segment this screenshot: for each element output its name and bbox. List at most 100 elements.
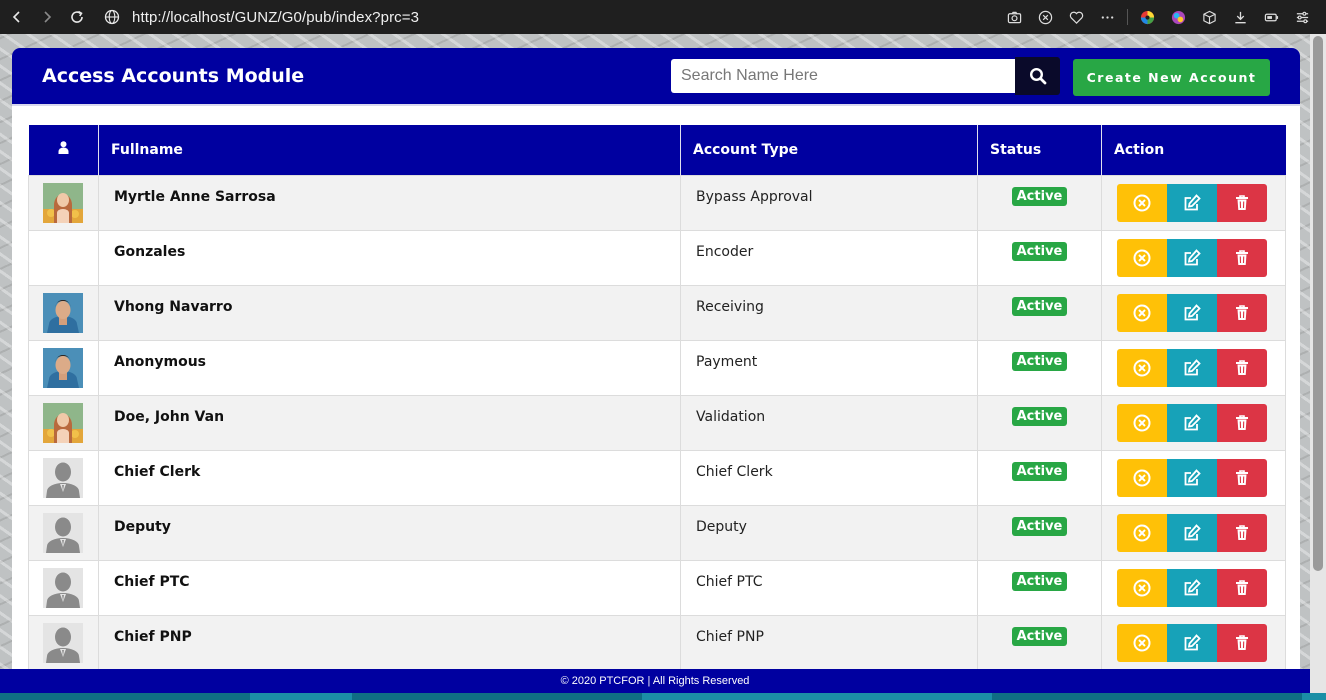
col-header-status[interactable]: Status [977,125,1102,175]
avatar-photo [43,292,83,333]
footer-strip-segment [0,693,250,700]
fullname-cell: Vhong Navarro [98,284,681,340]
action-group [1117,623,1285,662]
action-cell [1101,174,1286,230]
battery-button[interactable] [1256,0,1287,34]
scrollbar-thumb[interactable] [1313,36,1323,571]
download-button[interactable] [1225,0,1256,34]
deactivate-button[interactable] [1117,458,1167,497]
trash-icon [1236,469,1248,485]
delete-button[interactable] [1217,623,1267,662]
table-header-row: Fullname Account Type Status Action [28,125,1286,175]
delete-button[interactable] [1217,238,1267,277]
deactivate-button[interactable] [1117,513,1167,552]
reload-button[interactable] [64,4,90,30]
avatar-photo [43,347,83,388]
account-type-cell: Chief PTC [680,559,978,615]
table-row: Chief Clerk Chief Clerk Active [28,449,1286,505]
action-cell [1101,339,1286,395]
extension-button[interactable] [1194,0,1225,34]
deactivate-icon [1133,194,1151,211]
user-icon [58,141,69,155]
action-cell [1101,394,1286,450]
status-badge: Active [1011,571,1068,591]
edit-icon [1184,468,1201,485]
trash-icon [1236,194,1248,210]
create-account-button[interactable]: Create New Account [1073,59,1270,96]
delete-button[interactable] [1217,293,1267,332]
dots-icon [1101,15,1114,19]
search-group [671,57,1060,95]
accounts-table-wrap: Fullname Account Type Status Action Myrt… [28,125,1286,670]
access-accounts-card: Access Accounts Module Create New Accoun… [12,48,1300,678]
menu-dots-button[interactable] [1092,0,1123,34]
delete-button[interactable] [1217,513,1267,552]
page-scrollbar[interactable] [1310,34,1326,700]
fullname-cell: Myrtle Anne Sarrosa [98,174,681,230]
deactivate-button[interactable] [1117,293,1167,332]
edit-button[interactable] [1167,183,1217,222]
delete-button[interactable] [1217,568,1267,607]
deactivate-icon [1133,524,1151,541]
deactivate-button[interactable] [1117,183,1167,222]
delete-button[interactable] [1217,403,1267,442]
edit-button[interactable] [1167,348,1217,387]
deactivate-icon [1133,304,1151,321]
edit-button[interactable] [1167,513,1217,552]
status-cell: Active [977,229,1102,285]
delete-button[interactable] [1217,183,1267,222]
edit-button[interactable] [1167,458,1217,497]
edit-icon [1184,193,1201,210]
edit-button[interactable] [1167,403,1217,442]
search-button[interactable] [1015,57,1060,95]
action-cell [1101,614,1286,670]
avatar-silhouette [43,512,83,553]
table-row: Vhong Navarro Receiving Active [28,284,1286,340]
globe-icon [104,9,120,25]
action-cell [1101,449,1286,505]
fullname-cell: Chief PNP [98,614,681,670]
edit-button[interactable] [1167,623,1217,662]
avatar-silhouette [43,622,83,663]
url-text: http://localhost/GUNZ/G0/pub/index?prc=3 [132,8,420,26]
deactivate-icon [1133,634,1151,651]
deactivate-button[interactable] [1117,238,1167,277]
trash-icon [1236,414,1248,430]
trash-icon [1236,579,1248,595]
footer-copyright: © 2020 PTCFOR | All Rights Reserved [560,675,750,687]
camera-button[interactable] [999,0,1030,34]
module-header: Access Accounts Module Create New Accoun… [12,48,1300,106]
action-group [1117,348,1285,387]
settings-menu-button[interactable] [1287,0,1318,34]
deactivate-button[interactable] [1117,623,1167,662]
footer-strip-segment [352,693,642,700]
forward-button[interactable] [34,4,60,30]
edit-button[interactable] [1167,293,1217,332]
action-group [1117,403,1285,442]
back-button[interactable] [4,4,30,30]
edit-button[interactable] [1167,238,1217,277]
action-cell [1101,284,1286,340]
color-wheel-button[interactable] [1132,0,1163,34]
address-bar[interactable]: http://localhost/GUNZ/G0/pub/index?prc=3 [104,9,419,26]
edit-button[interactable] [1167,568,1217,607]
favorite-button[interactable] [1061,0,1092,34]
account-type-cell: Receiving [680,284,978,340]
status-cell: Active [977,339,1102,395]
deactivate-button[interactable] [1117,403,1167,442]
search-input[interactable] [671,59,1015,93]
col-header-fullname[interactable]: Fullname [98,125,681,175]
delete-button[interactable] [1217,348,1267,387]
palette-button[interactable] [1163,0,1194,34]
toolbar-separator [1127,9,1128,25]
block-button[interactable] [1030,0,1061,34]
status-badge: Active [1011,296,1068,316]
col-header-account-type[interactable]: Account Type [680,125,978,175]
deactivate-button[interactable] [1117,568,1167,607]
deactivate-button[interactable] [1117,348,1167,387]
deactivate-icon [1133,414,1151,431]
status-cell: Active [977,284,1102,340]
fullname-cell: Doe, John Van [98,394,681,450]
delete-button[interactable] [1217,458,1267,497]
deactivate-icon [1133,359,1151,376]
